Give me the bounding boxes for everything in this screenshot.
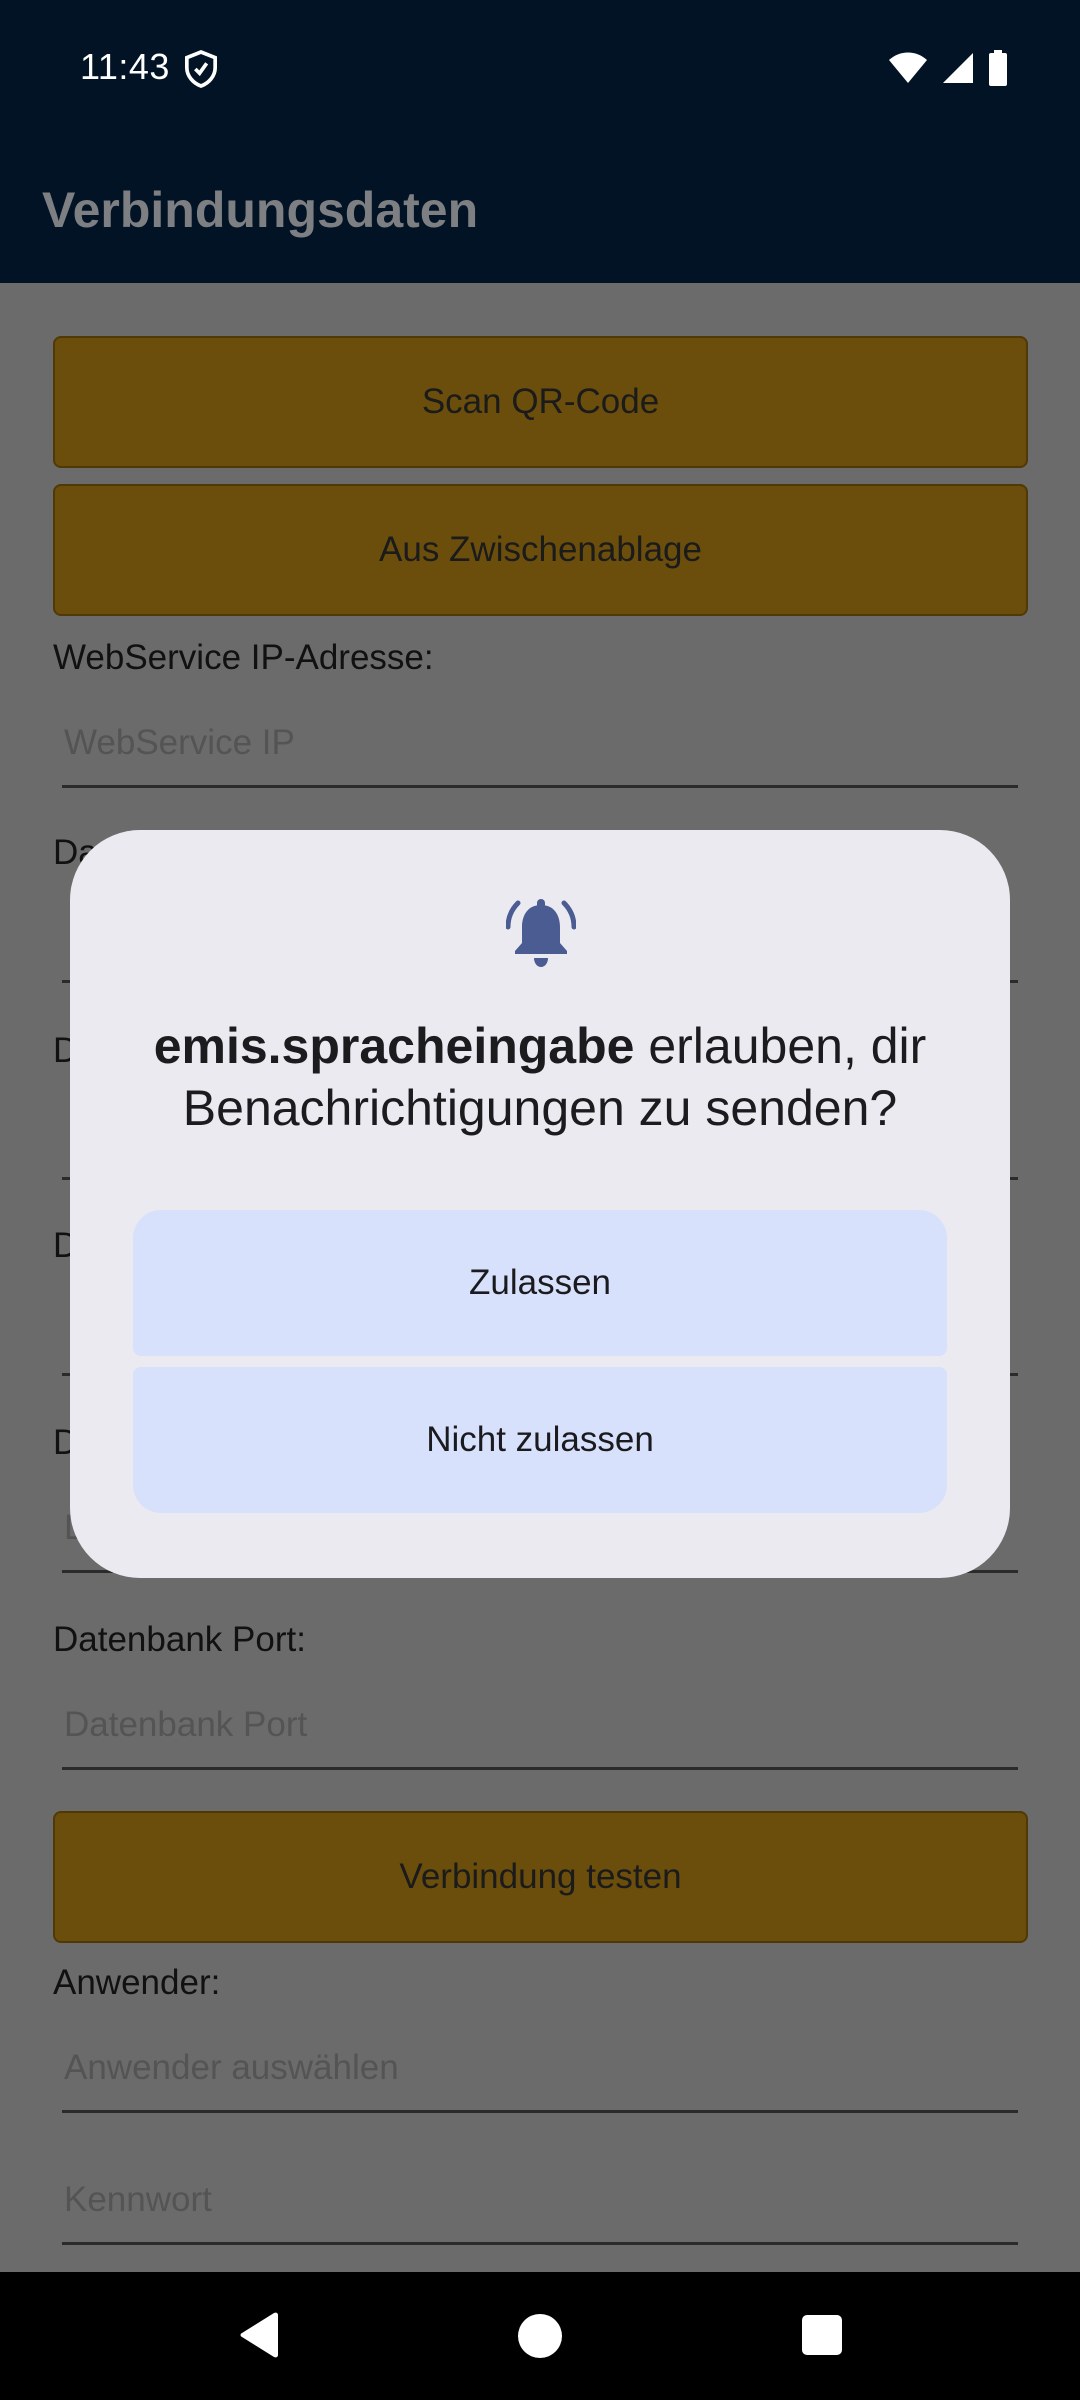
deny-button[interactable]: Nicht zulassen xyxy=(133,1367,947,1513)
wifi-icon xyxy=(889,52,927,83)
vpn-shield-icon xyxy=(184,50,218,88)
app-bar: Verbindungsdaten xyxy=(0,135,1080,283)
signal-icon xyxy=(943,53,973,83)
notification-permission-dialog: emis.spracheingabe erlauben, dir Benachr… xyxy=(70,830,1010,1578)
webservice-ip-input[interactable]: WebService IP xyxy=(62,713,1018,788)
home-icon[interactable] xyxy=(518,2314,562,2358)
test-connection-button[interactable]: Verbindung testen xyxy=(53,1811,1028,1943)
dialog-app-name: emis.spracheingabe xyxy=(153,1018,635,1074)
battery-icon xyxy=(989,50,1007,86)
db-port-label: Datenbank Port: xyxy=(53,1620,306,1659)
status-time: 11:43 xyxy=(80,46,170,87)
recents-icon[interactable] xyxy=(802,2315,842,2355)
allow-button[interactable]: Zulassen xyxy=(133,1210,947,1356)
dialog-message: emis.spracheingabe erlauben, dir Benachr… xyxy=(130,1015,950,1139)
notification-bell-icon xyxy=(506,899,576,967)
navigation-bar xyxy=(0,2272,1080,2400)
db-port-input[interactable]: Datenbank Port xyxy=(62,1695,1018,1770)
page-title: Verbindungsdaten xyxy=(42,182,479,238)
status-icons xyxy=(888,50,1008,86)
user-label: Anwender: xyxy=(53,1963,221,2002)
status-bar: 11:43 xyxy=(0,0,1080,135)
back-icon[interactable] xyxy=(238,2312,282,2358)
webservice-ip-label: WebService IP-Adresse: xyxy=(53,638,434,677)
scan-qr-button[interactable]: Scan QR-Code xyxy=(53,336,1028,468)
paste-clipboard-button[interactable]: Aus Zwischenablage xyxy=(53,484,1028,616)
user-select[interactable]: Anwender auswählen xyxy=(62,2038,1018,2113)
password-input[interactable]: Kennwort xyxy=(62,2170,1018,2245)
